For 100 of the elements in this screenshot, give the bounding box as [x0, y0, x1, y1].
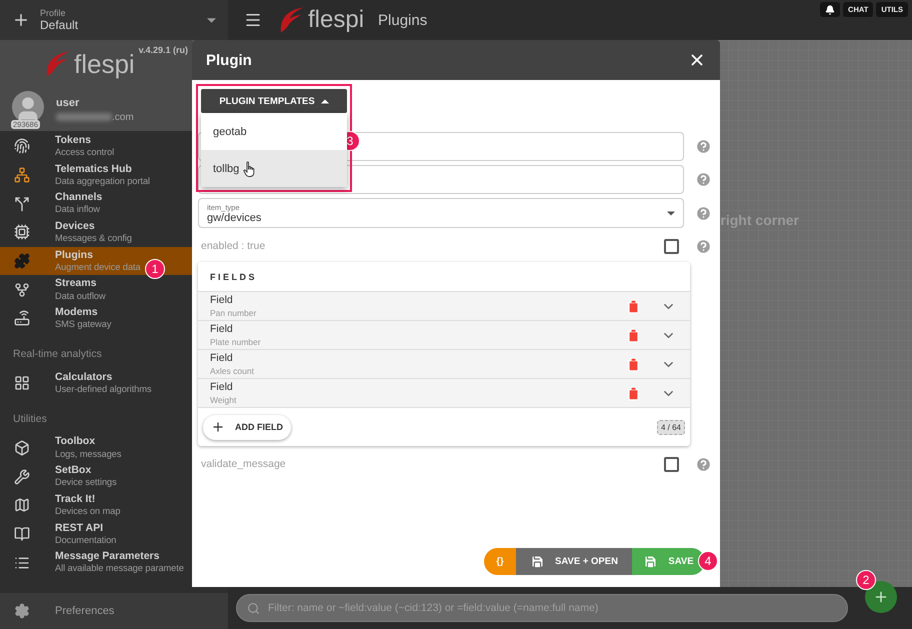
nav-title: Track It! [55, 492, 96, 506]
delete-button[interactable] [626, 356, 641, 372]
field-row[interactable]: Field Weight [198, 379, 690, 408]
nav-subtitle: Data inflow [55, 204, 101, 216]
version-label: v.4.29.1 (ru) [138, 45, 188, 55]
nav-title: SetBox [55, 464, 92, 478]
nav-icon [14, 497, 30, 514]
section-title: Real-time analytics [13, 348, 102, 360]
help-icon[interactable] [695, 171, 712, 188]
nav-icon [14, 282, 30, 298]
nav-subtitle: User-defined algorithms [55, 384, 152, 396]
nav-title: Tokens [55, 134, 92, 148]
nav-subtitle: All available message paramete [55, 563, 184, 575]
field-description: Axles count [210, 366, 255, 376]
menu-item[interactable]: tollbg [201, 150, 347, 187]
trash-icon [626, 386, 641, 400]
menu-item[interactable]: geotab [201, 113, 347, 150]
trash-icon [626, 356, 641, 372]
save-icon [530, 554, 546, 569]
field-name: Field [210, 294, 234, 306]
field-count: 4 / 64 [656, 420, 685, 434]
help-icon[interactable] [695, 204, 712, 222]
bell-icon [825, 4, 836, 14]
nav-icon [14, 526, 30, 542]
nav-icon [14, 253, 30, 270]
nav-icon [14, 167, 30, 184]
nav-title: Plugins [55, 248, 94, 262]
logo-text: flespi [74, 48, 135, 80]
nav-title: Calculators [55, 370, 114, 384]
add-field-button[interactable]: ADD FIELD [203, 414, 291, 440]
field-row[interactable]: Field Axles count [198, 350, 690, 379]
nav-subtitle: Access control [55, 147, 114, 159]
plus-icon [211, 420, 225, 434]
caret-icon[interactable] [207, 18, 216, 22]
nav-icon [14, 138, 30, 154]
nav-title: REST API [55, 522, 104, 535]
checkbox[interactable] [664, 456, 679, 472]
nav-subtitle: Data aggregation portal [55, 176, 150, 188]
dialog-title: Plugin [206, 52, 252, 68]
nav-subtitle: Augment device data [55, 262, 140, 274]
nav-subtitle: Messages & config [55, 233, 132, 245]
delete-button[interactable] [626, 328, 641, 342]
profile-label: Profile [40, 8, 67, 18]
option-label: validate_message [201, 458, 287, 470]
nav-icon [14, 196, 30, 212]
search-icon [247, 602, 260, 615]
field-name: Field [210, 323, 234, 335]
section-title: Utilities [13, 412, 47, 424]
save-icon [643, 554, 658, 569]
nav-icon [14, 440, 30, 456]
nav-title: Channels [55, 191, 102, 204]
add-icon[interactable] [12, 11, 30, 29]
help-icon[interactable] [695, 238, 712, 254]
menu-icon[interactable] [244, 11, 262, 29]
nav-item[interactable]: Message Parameters All available message paramete [0, 548, 228, 577]
preferences-item[interactable]: Preferences [0, 593, 228, 629]
nav-title: Devices [55, 220, 96, 234]
nav-icon [14, 224, 30, 240]
nav-title: Telematics Hub [55, 162, 133, 176]
nav-item[interactable]: REST API Documentation [0, 520, 228, 548]
nav-subtitle: Data outflow [55, 290, 106, 302]
trash-icon [626, 298, 641, 314]
notifications-button[interactable] [820, 2, 840, 17]
page-title: Plugins [378, 12, 428, 28]
nav-title: Toolbox [55, 435, 96, 449]
nav-icon [14, 310, 30, 326]
field-description: Pan number [210, 308, 258, 318]
delete-button[interactable] [626, 298, 641, 314]
caret-icon [320, 98, 329, 104]
nav-icon [14, 375, 30, 392]
help-icon[interactable] [695, 456, 712, 472]
profile-name[interactable]: Default [40, 18, 197, 32]
field-description: Plate number [210, 337, 262, 347]
logo-text: flespi [308, 6, 364, 34]
templates-button[interactable]: PLUGIN TEMPLATES [201, 89, 347, 113]
action-button[interactable]: SAVE + OPEN [516, 548, 632, 575]
user-email: .com [112, 112, 134, 122]
field-name: Field [210, 381, 234, 393]
help-icon[interactable] [695, 138, 712, 155]
delete-button[interactable] [626, 386, 641, 400]
redacted-text [56, 113, 112, 121]
plus-icon [873, 589, 889, 605]
nav-title: Modems [55, 306, 99, 320]
user-name: user [56, 96, 80, 108]
field-description: Weight [210, 395, 238, 405]
nav-title: Streams [55, 277, 98, 291]
nav-icon [14, 468, 30, 485]
field-row[interactable]: Field Plate number [198, 321, 690, 350]
pointer-cursor-icon [243, 160, 256, 176]
nav-subtitle: Devices on map [55, 506, 120, 518]
field-name: Field [210, 352, 234, 364]
nav-item[interactable]: Track It! Devices on map [0, 490, 228, 520]
caret-icon [667, 210, 675, 216]
field-row[interactable]: Field Pan number [198, 292, 690, 321]
trash-icon [626, 328, 641, 342]
nav-subtitle: SMS gateway [55, 319, 112, 331]
preferences-label: Preferences [55, 605, 114, 617]
avatar[interactable] [12, 90, 44, 122]
checkbox[interactable] [664, 238, 679, 254]
nav-icon [14, 554, 30, 571]
